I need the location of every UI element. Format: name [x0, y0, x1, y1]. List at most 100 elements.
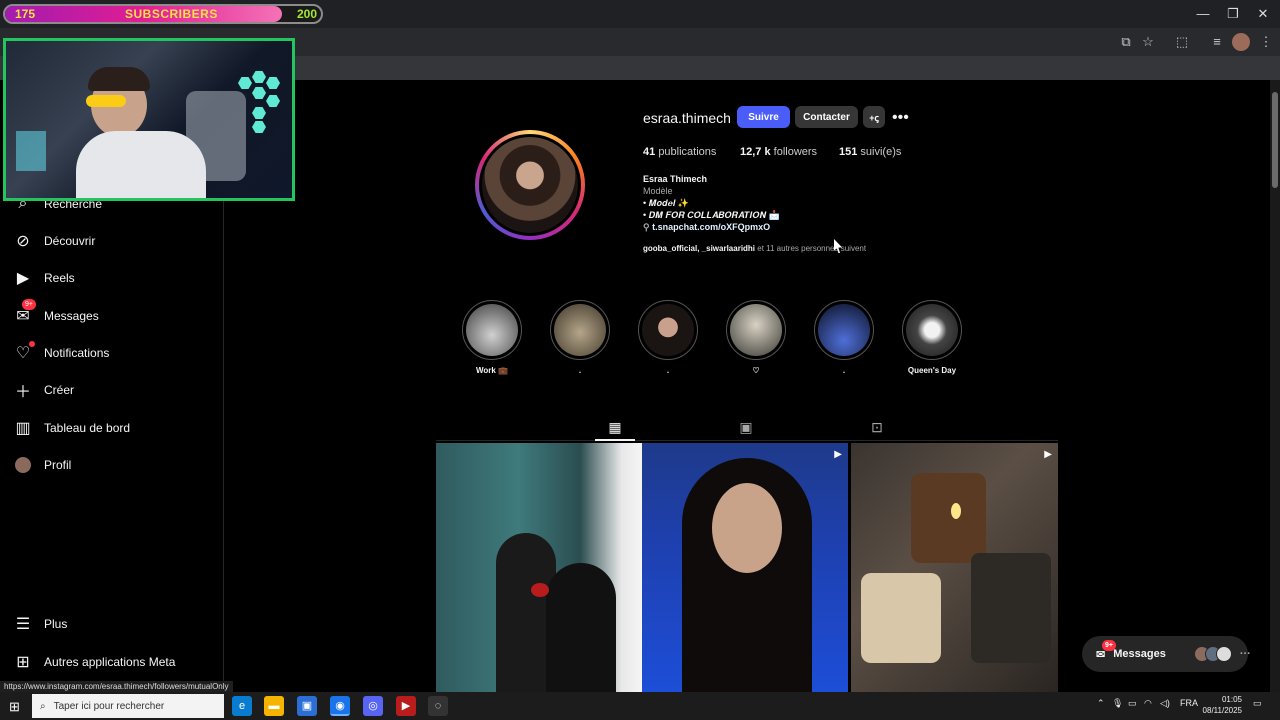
- hex-light: [252, 107, 266, 119]
- sidebar-item-label: Découvrir: [44, 234, 96, 248]
- webcam-overlay: [3, 38, 295, 201]
- highlight-image: [554, 304, 606, 356]
- notification-center-icon[interactable]: ▭: [1253, 698, 1262, 709]
- sidebar-item-notifications[interactable]: ♡ Notifications: [14, 336, 214, 370]
- hex-light: [252, 71, 266, 83]
- sidebar-item-reels[interactable]: ▶ Reels: [14, 261, 214, 295]
- file-explorer-icon[interactable]: ▬: [264, 696, 284, 716]
- taskbar-search[interactable]: ⌕ Taper ici pour rechercher: [32, 694, 224, 718]
- media-icon[interactable]: ≡: [1208, 33, 1226, 51]
- sidebar-item-label: Reels: [44, 271, 75, 285]
- tray-chevron-icon[interactable]: ⌃: [1097, 698, 1105, 709]
- more-icon: ···: [1239, 648, 1251, 660]
- sidebar-item-meta-apps[interactable]: ⊞ Autres applications Meta: [14, 645, 214, 679]
- monitor-glow: [16, 131, 46, 171]
- cast-icon[interactable]: ⧉: [1117, 33, 1135, 51]
- subscriber-count: 175: [15, 7, 36, 21]
- avatar-icon[interactable]: [1232, 33, 1250, 51]
- post-portrait-video[interactable]: ▶: [642, 443, 848, 693]
- messenger-icon: ✉ 9+: [14, 299, 36, 325]
- bio-line-2: • 𝑫𝑴 𝑭𝑶𝑹 𝑪𝑶𝑳𝑳𝑨𝑩𝑶𝑹𝑨𝑻𝑰𝑶𝑵 📩: [643, 210, 780, 220]
- restore-icon[interactable]: ❐: [1220, 4, 1246, 24]
- profile-full-name: Esraa Thimech: [643, 174, 708, 184]
- post-candle-jar: [911, 473, 986, 563]
- avatar-icon: [14, 456, 32, 474]
- messages-pill[interactable]: ✉ 9+ Messages ···: [1082, 636, 1251, 672]
- contact-button[interactable]: Contacter: [795, 106, 858, 128]
- post-candle-jar: [861, 573, 941, 663]
- extensions-icon[interactable]: ⬚: [1173, 33, 1191, 51]
- grid-icon[interactable]: ▦: [607, 419, 623, 435]
- messenger-icon: ✉ 9+: [1096, 639, 1116, 661]
- post-candles-video[interactable]: ▶: [851, 443, 1058, 693]
- highlight-label: .: [842, 366, 846, 375]
- tabs-divider: [436, 440, 1058, 441]
- store-icon[interactable]: ▣: [297, 696, 317, 716]
- discord-icon[interactable]: ◎: [363, 696, 383, 716]
- profile-avatar[interactable]: [479, 134, 581, 236]
- highlight-5[interactable]: [814, 300, 874, 360]
- highlight-image: [466, 304, 518, 356]
- highlight-4[interactable]: [726, 300, 786, 360]
- sidebar-item-label: Messages: [44, 309, 99, 323]
- chrome-icon[interactable]: ◉: [330, 696, 350, 716]
- tagged-icon[interactable]: ⊡: [869, 419, 885, 435]
- suggest-icon[interactable]: +ꞔ: [863, 106, 885, 128]
- highlight-1[interactable]: [462, 300, 522, 360]
- taskbar-search-placeholder: Taper ici pour rechercher: [53, 700, 165, 712]
- highlight-label: Work 💼: [475, 366, 509, 375]
- sidebar-item-messages[interactable]: ✉ 9+ Messages: [14, 299, 214, 333]
- sidebar-item-create[interactable]: ＋ Créer: [14, 373, 214, 407]
- sidebar-item-discover[interactable]: ⊘ Découvrir: [14, 224, 214, 258]
- options-icon[interactable]: •••: [892, 109, 909, 127]
- messages-badge: 9+: [22, 299, 36, 310]
- hex-light: [252, 87, 266, 99]
- highlight-image: [642, 304, 694, 356]
- edge-icon[interactable]: e: [232, 696, 252, 716]
- profile-link[interactable]: ⚲ t.snapchat.com/oXFQpmxO: [643, 222, 770, 233]
- network-icon[interactable]: ▭: [1128, 698, 1137, 709]
- highlight-3[interactable]: [638, 300, 698, 360]
- bio-line-1: • 𝑴𝒐𝒅𝒆𝒍 ✨: [643, 198, 689, 208]
- highlight-label: .: [666, 366, 670, 375]
- follow-button[interactable]: Suivre: [737, 106, 790, 128]
- stat-followers[interactable]: 12,7 k followers: [740, 146, 817, 158]
- followed-by[interactable]: gooba_official, _siwarlaaridhi et 11 aut…: [643, 244, 866, 253]
- volume-icon[interactable]: ◁): [1160, 698, 1170, 709]
- wifi-icon[interactable]: ◠: [1144, 698, 1152, 709]
- glasses-icon: [86, 95, 126, 107]
- post-couple-roses[interactable]: [436, 443, 642, 693]
- sidebar-item-dashboard[interactable]: ▥ Tableau de bord: [14, 411, 214, 445]
- hex-light: [266, 77, 280, 89]
- hex-light: [238, 77, 252, 89]
- sidebar-item-label: Plus: [44, 617, 68, 631]
- highlight-2[interactable]: [550, 300, 610, 360]
- highlight-label: ♡: [752, 366, 760, 375]
- reels-tab-icon[interactable]: ▣: [738, 419, 754, 435]
- clock[interactable]: 01:05 08/11/2025: [1202, 694, 1242, 716]
- obs-icon[interactable]: ◌: [428, 696, 448, 716]
- heart-icon: ♡: [14, 341, 35, 362]
- sidebar-item-more[interactable]: ☰ Plus: [14, 607, 214, 641]
- post-face: [712, 483, 782, 573]
- stream-app-icon[interactable]: ▶: [396, 696, 416, 716]
- avatar: [1215, 646, 1232, 662]
- star-icon[interactable]: ☆: [1139, 33, 1157, 51]
- minimize-icon[interactable]: —: [1190, 4, 1216, 24]
- mic-icon[interactable]: 🎙: [1112, 698, 1123, 709]
- highlight-6[interactable]: [902, 300, 962, 360]
- language-indicator[interactable]: FRA: [1180, 698, 1198, 708]
- clock-date: 08/11/2025: [1202, 706, 1242, 715]
- close-icon[interactable]: ✕: [1250, 4, 1276, 24]
- highlight-image: [818, 304, 870, 356]
- windows-start-icon[interactable]: ⊞: [9, 700, 23, 714]
- highlight-label: .: [578, 366, 582, 375]
- notification-dot: [29, 341, 35, 347]
- stat-following[interactable]: 151 suivi(e)s: [839, 146, 901, 158]
- scrollbar-thumb[interactable]: [1272, 92, 1278, 188]
- profile-username: esraa.thimech: [643, 110, 731, 126]
- sidebar-item-label: Tableau de bord: [44, 421, 131, 435]
- menu-icon: ☰: [15, 616, 31, 633]
- more-icon[interactable]: ⋮: [1257, 33, 1275, 51]
- sidebar-item-profile[interactable]: Profil: [14, 448, 214, 482]
